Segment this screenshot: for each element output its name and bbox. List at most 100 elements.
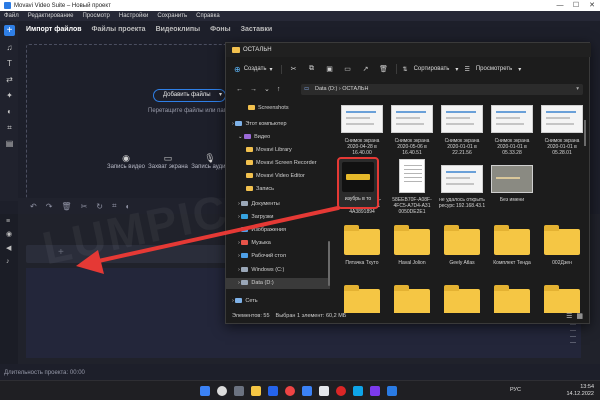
nav-item-this-pc[interactable]: › Этот компьютер: [226, 119, 330, 130]
cut-icon[interactable]: ✂: [81, 202, 88, 211]
menu-help[interactable]: Справка: [196, 13, 220, 19]
folder-icon[interactable]: [494, 225, 530, 255]
tab-intros[interactable]: Заставки: [241, 26, 273, 33]
sort-button[interactable]: Сортировать: [414, 66, 450, 72]
nav-item-pictures[interactable]: › Изображения: [226, 225, 330, 236]
folder-icon[interactable]: [494, 285, 530, 313]
mail-icon[interactable]: [268, 386, 278, 396]
screen-capture-button[interactable]: ▭ Захват экрана: [148, 154, 188, 171]
file-label[interactable]: Снимок экрана 2020-01-01 в 22.21.56: [438, 138, 486, 156]
up-icon[interactable]: ↑: [277, 86, 281, 93]
crop-icon[interactable]: ⌗: [5, 123, 14, 132]
delete-icon[interactable]: 🗑: [61, 202, 71, 211]
undo-icon[interactable]: ↶: [30, 202, 37, 211]
telegram-icon[interactable]: [353, 386, 363, 396]
tab-backgrounds[interactable]: Фоны: [210, 26, 230, 33]
movavi-icon[interactable]: [387, 386, 397, 396]
nav-item-desktop[interactable]: › Рабочий стол: [226, 251, 330, 262]
share-icon[interactable]: ↗: [360, 65, 372, 73]
file-thumbnail[interactable]: [541, 105, 583, 133]
folder-label[interactable]: Haval Jolion: [388, 260, 436, 266]
tab-project-files[interactable]: Файлы проекта: [92, 26, 146, 33]
folder-label[interactable]: Комплект Тенда: [488, 260, 536, 266]
nav-item-downloads[interactable]: › Загрузки: [226, 212, 330, 223]
image-thumbnail[interactable]: [491, 165, 533, 193]
stickers-icon[interactable]: ✦: [5, 91, 14, 100]
folder-icon[interactable]: [344, 285, 380, 313]
titles-icon[interactable]: T: [5, 59, 14, 68]
tab-import-files[interactable]: Импорт файлов: [26, 26, 82, 33]
paste-icon[interactable]: ▣: [324, 65, 336, 73]
eye-icon[interactable]: ◉: [6, 230, 12, 238]
folder-label[interactable]: Пятачка Тхуто: [338, 260, 386, 266]
app-icon[interactable]: [302, 386, 312, 396]
details-view-icon[interactable]: ☰: [566, 312, 572, 320]
view-icon[interactable]: ☰: [464, 66, 469, 73]
browser-icon[interactable]: [285, 386, 295, 396]
document-thumbnail[interactable]: [399, 159, 425, 193]
folder-icon[interactable]: [544, 285, 580, 313]
recent-icon[interactable]: ⌄: [264, 85, 270, 93]
selected-video-file[interactable]: изубрь в то: [337, 157, 379, 209]
back-icon[interactable]: ←: [236, 86, 243, 93]
add-files-button[interactable]: Добавить файлы ▾: [153, 89, 226, 102]
search-icon[interactable]: [217, 386, 227, 396]
track-settings-icon[interactable]: ≡: [6, 218, 10, 225]
close-button[interactable]: ✕: [584, 0, 600, 11]
opera-icon[interactable]: [336, 386, 346, 396]
nav-scrollbar[interactable]: [328, 241, 330, 286]
nav-item-windows-c[interactable]: › Windows (C:): [226, 265, 330, 276]
file-label[interactable]: Снимок экрана 2020-04-28 в 16.40.00: [338, 138, 386, 156]
menu-save[interactable]: Сохранить: [157, 13, 187, 19]
tiles-view-icon[interactable]: ▦: [576, 312, 583, 320]
sort-icon[interactable]: ⇅: [403, 66, 408, 73]
yandex-icon[interactable]: [319, 386, 329, 396]
maximize-button[interactable]: ☐: [568, 0, 584, 11]
menu-settings[interactable]: Настройки: [119, 13, 148, 19]
menu-edit[interactable]: Редактирование: [28, 13, 74, 19]
content-scrollbar[interactable]: [584, 120, 586, 146]
file-thumbnail[interactable]: [491, 105, 533, 133]
file-label[interactable]: 58EEB70F-A08F-4FC5-A7D4-A31 0050DE2E1: [388, 197, 436, 215]
address-bar[interactable]: ▭ Data (D:) › ОСТАЛЬН ▾: [301, 84, 583, 95]
crop-tool-icon[interactable]: ⌗: [112, 201, 117, 211]
record-video-button[interactable]: ◉ Запись видео: [106, 154, 146, 171]
audio-icon[interactable]: ♪: [6, 258, 10, 265]
nav-item-movavi-video-editor[interactable]: Movavi Video Editor: [226, 171, 330, 182]
nav-item-videos[interactable]: ⌄ Видео: [226, 132, 330, 143]
menu-view[interactable]: Просмотр: [82, 13, 109, 19]
rename-icon[interactable]: ▭: [342, 65, 354, 73]
nav-item-network[interactable]: › Сеть: [226, 296, 330, 307]
input-language[interactable]: РУС: [510, 387, 521, 393]
nav-item-data-d[interactable]: › Data (D:): [226, 278, 330, 289]
nav-item-screenshots[interactable]: Screenshots: [226, 103, 330, 114]
file-label[interactable]: не удалось открыть ресурс 192.168.43.1: [438, 197, 486, 209]
new-button[interactable]: ⊕ Создать ▾: [234, 64, 282, 74]
menu-file[interactable]: Файл: [4, 13, 19, 19]
music-icon[interactable]: ♫: [5, 43, 14, 52]
file-label[interactable]: Снимок экрана 2020-05-06 в 16.40.51: [388, 138, 436, 156]
file-explorer-icon[interactable]: [251, 386, 261, 396]
folder-icon[interactable]: [444, 225, 480, 255]
view-button[interactable]: Просмотреть: [476, 66, 512, 72]
delete-icon[interactable]: 🗑: [378, 65, 390, 73]
file-label[interactable]: Снимок экрана 2020-01-01 в 05.33.28: [488, 138, 536, 156]
task-view-icon[interactable]: [234, 386, 244, 396]
cut-icon[interactable]: ✂: [288, 65, 300, 73]
more-icon[interactable]: ▤: [5, 139, 14, 148]
folder-icon[interactable]: [394, 225, 430, 255]
file-thumbnail[interactable]: [341, 105, 383, 133]
speaker-icon[interactable]: ◀: [6, 244, 11, 252]
folder-label[interactable]: Geely Atlas: [438, 260, 486, 266]
add-media-icon[interactable]: +: [58, 247, 64, 258]
folder-icon[interactable]: [444, 285, 480, 313]
folder-icon[interactable]: [544, 225, 580, 255]
nav-item-recording[interactable]: Запись: [226, 184, 330, 195]
start-icon[interactable]: [200, 386, 210, 396]
redo-icon[interactable]: ↷: [46, 202, 53, 211]
tab-video-clips[interactable]: Видеоклипы: [156, 26, 201, 33]
file-thumbnail[interactable]: [441, 105, 483, 133]
folder-icon[interactable]: [394, 285, 430, 313]
filters-icon[interactable]: ◐: [5, 107, 14, 116]
file-thumbnail[interactable]: [441, 165, 483, 193]
